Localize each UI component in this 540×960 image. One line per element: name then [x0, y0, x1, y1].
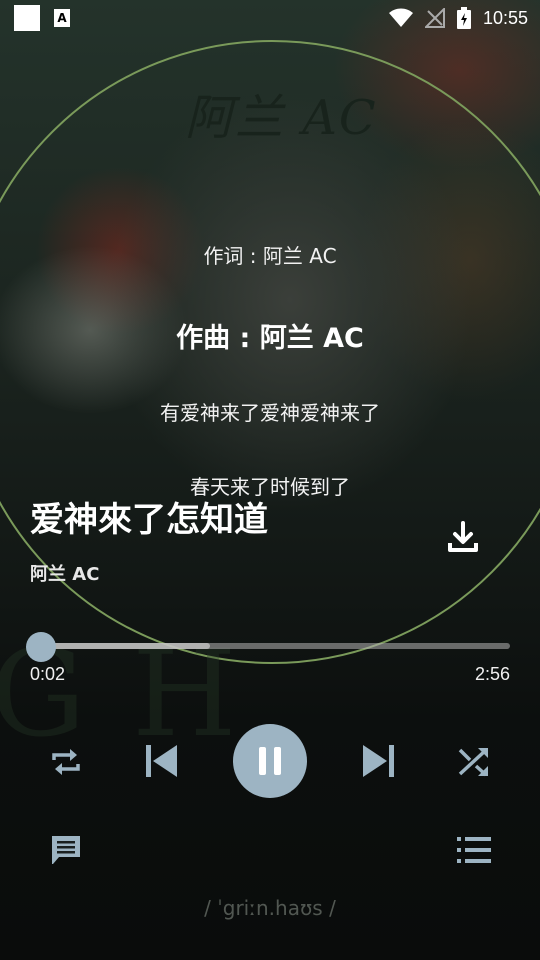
playlist-button[interactable] [452, 828, 496, 872]
status-time: 10:55 [482, 7, 528, 28]
previous-button[interactable] [138, 738, 184, 784]
progress-thumb[interactable] [26, 632, 56, 662]
total-time: 2:56 [474, 664, 510, 684]
wifi-icon [388, 8, 413, 27]
repeat-button[interactable] [44, 740, 88, 784]
next-button[interactable] [356, 738, 402, 784]
progress-buffer [40, 643, 210, 649]
status-bar: A 10:55 [0, 0, 540, 36]
skip-previous-icon [146, 745, 177, 777]
background-brand-text: 阿兰 AC [185, 90, 378, 146]
pause-icon [259, 747, 281, 775]
notification-square-icon [14, 5, 40, 31]
elapsed-time: 0:02 [30, 664, 66, 684]
repeat-icon [52, 749, 80, 775]
lyric-line[interactable]: 有爱神来了爱神爱神来了 [0, 397, 540, 426]
no-signal-icon [424, 8, 445, 28]
artist-name[interactable]: 阿兰 AC [30, 560, 99, 586]
comment-icon [52, 836, 80, 864]
battery-charging-icon [456, 7, 471, 29]
download-icon [448, 521, 478, 552]
comments-button[interactable] [44, 828, 88, 872]
shuffle-icon [458, 748, 488, 777]
song-title: 爱神來了怎知道 [30, 500, 268, 540]
background-phonetic-text: / ˈgriːn.haʊs / [204, 896, 336, 920]
download-button[interactable] [440, 514, 486, 560]
play-pause-button[interactable] [233, 724, 307, 798]
lyric-line-current[interactable]: 作曲 : 阿兰 AC [0, 316, 540, 355]
shuffle-button[interactable] [452, 740, 496, 784]
playlist-icon [457, 837, 491, 863]
lyric-line[interactable]: 作词 : 阿兰 AC [0, 240, 540, 269]
skip-next-icon [363, 745, 394, 777]
a-app-icon: A [54, 9, 70, 27]
